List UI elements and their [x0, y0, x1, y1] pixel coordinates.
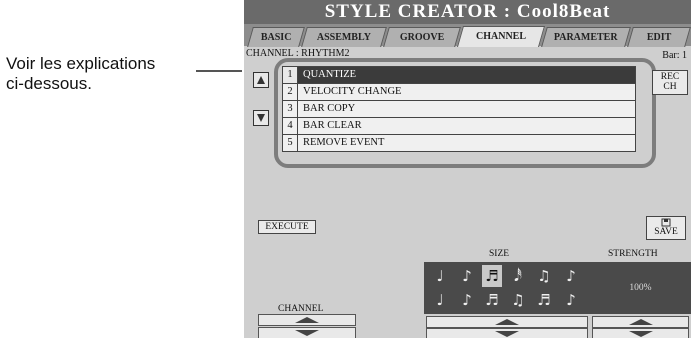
- menu-item-number: 5: [283, 135, 298, 151]
- disk-icon: [661, 218, 671, 227]
- menu-item-number: 4: [283, 118, 298, 134]
- size-up-button[interactable]: [426, 316, 588, 328]
- tab-groove-label: GROOVE: [399, 32, 445, 43]
- triangle-down-icon: [257, 114, 265, 122]
- menu-item-bar-copy[interactable]: 3 BAR COPY: [282, 101, 636, 118]
- strength-panel: 100%: [590, 262, 691, 314]
- tab-edit[interactable]: EDIT: [627, 27, 691, 47]
- channel-panel-label: CHANNEL: [278, 304, 324, 314]
- eighth-c-icon[interactable]: ♪: [561, 265, 581, 287]
- tab-edit-label: EDIT: [646, 32, 672, 43]
- triangle-down-icon: [628, 331, 653, 337]
- menu-item-label: BAR CLEAR: [303, 120, 362, 131]
- callout-line-2: ci-dessous.: [6, 74, 92, 93]
- callout-text: Voir les explications ci-dessous.: [6, 54, 196, 94]
- triangle-up-icon: [295, 317, 319, 323]
- function-menu: 1 QUANTIZE 2 VELOCITY CHANGE 3 BAR COPY 4 BA…: [282, 66, 636, 152]
- menu-item-velocity-change[interactable]: 2 VELOCITY CHANGE: [282, 84, 636, 101]
- menu-item-label: QUANTIZE: [303, 69, 357, 80]
- strength-up-button[interactable]: [592, 316, 689, 328]
- menu-item-number: 3: [283, 101, 298, 117]
- rec-ch-line-1: REC: [660, 72, 680, 82]
- menu-item-label: VELOCITY CHANGE: [303, 86, 402, 97]
- quarter-triplet-icon[interactable]: ♩: [430, 289, 450, 311]
- menu-item-label: REMOVE EVENT: [303, 137, 385, 148]
- rec-ch-line-2: CH: [663, 82, 677, 92]
- tab-basic-label: BASIC: [260, 32, 292, 43]
- tab-bar: BASIC ASSEMBLY GROOVE CHANNEL PARAMETER …: [244, 24, 691, 47]
- sixteenth-c-icon[interactable]: ♪: [561, 289, 581, 311]
- menu-item-remove-event[interactable]: 5 REMOVE EVENT: [282, 135, 636, 152]
- channel-down-button[interactable]: [258, 327, 356, 338]
- tab-parameter[interactable]: PARAMETER: [541, 27, 631, 47]
- tab-channel[interactable]: CHANNEL: [456, 26, 546, 47]
- tab-basic[interactable]: BASIC: [247, 27, 305, 47]
- sixteenth-note-icon[interactable]: ♬: [482, 265, 502, 287]
- strength-down-button[interactable]: [592, 328, 689, 338]
- window-title: STYLE CREATOR : Cool8Beat: [244, 0, 691, 24]
- save-button[interactable]: SAVE: [646, 216, 686, 240]
- tab-parameter-label: PARAMETER: [553, 32, 618, 43]
- scroll-down-button[interactable]: [253, 110, 269, 126]
- menu-item-bar-clear[interactable]: 4 BAR CLEAR: [282, 118, 636, 135]
- rec-ch-button[interactable]: REC CH: [652, 70, 688, 95]
- quarter-note-icon[interactable]: ♩: [430, 265, 450, 287]
- style-creator-screen: STYLE CREATOR : Cool8Beat BASIC ASSEMBLY…: [244, 0, 691, 338]
- tab-assembly[interactable]: ASSEMBLY: [301, 27, 387, 47]
- menu-item-number: 1: [283, 67, 298, 83]
- eighth-triplet-icon[interactable]: ♪: [457, 289, 477, 311]
- triangle-down-icon: [495, 331, 519, 337]
- eighth-swing-triplet-icon[interactable]: ♫: [508, 289, 528, 311]
- menu-item-label: BAR COPY: [303, 103, 356, 114]
- triangle-up-icon: [495, 319, 519, 325]
- sixteenth-swing-triplet-icon[interactable]: ♬: [534, 289, 554, 311]
- channel-up-button[interactable]: [258, 314, 356, 326]
- strength-label: STRENGTH: [608, 249, 658, 259]
- sixteenth-triplet-icon[interactable]: ♬: [482, 289, 502, 311]
- triangle-down-icon: [295, 330, 319, 336]
- size-panel: ♩ ♪ ♬ 𝅘𝅥𝅰 ♫ ♪ ♩ ♪ ♬ ♫ ♬ ♪: [424, 262, 590, 314]
- menu-item-number: 2: [283, 84, 298, 100]
- tab-groove[interactable]: GROOVE: [383, 27, 461, 47]
- menu-item-quantize[interactable]: 1 QUANTIZE: [282, 66, 636, 84]
- sixteenth-swing-icon[interactable]: ♫: [534, 265, 554, 287]
- tab-assembly-label: ASSEMBLY: [316, 32, 371, 43]
- triangle-up-icon: [257, 76, 265, 84]
- eighth-note-icon[interactable]: ♪: [457, 265, 477, 287]
- size-down-button[interactable]: [426, 328, 588, 338]
- callout-line-1: Voir les explications: [6, 54, 156, 73]
- size-label: SIZE: [489, 249, 510, 259]
- thirty-second-note-icon[interactable]: 𝅘𝅥𝅰: [508, 265, 528, 287]
- execute-button[interactable]: EXECUTE: [258, 220, 316, 234]
- save-label: SAVE: [654, 227, 678, 237]
- tab-channel-label: CHANNEL: [475, 31, 526, 42]
- bar-label: Bar: 1: [662, 50, 687, 61]
- callout-leader-line: [196, 70, 242, 72]
- triangle-up-icon: [628, 319, 653, 325]
- scroll-up-button[interactable]: [253, 72, 269, 88]
